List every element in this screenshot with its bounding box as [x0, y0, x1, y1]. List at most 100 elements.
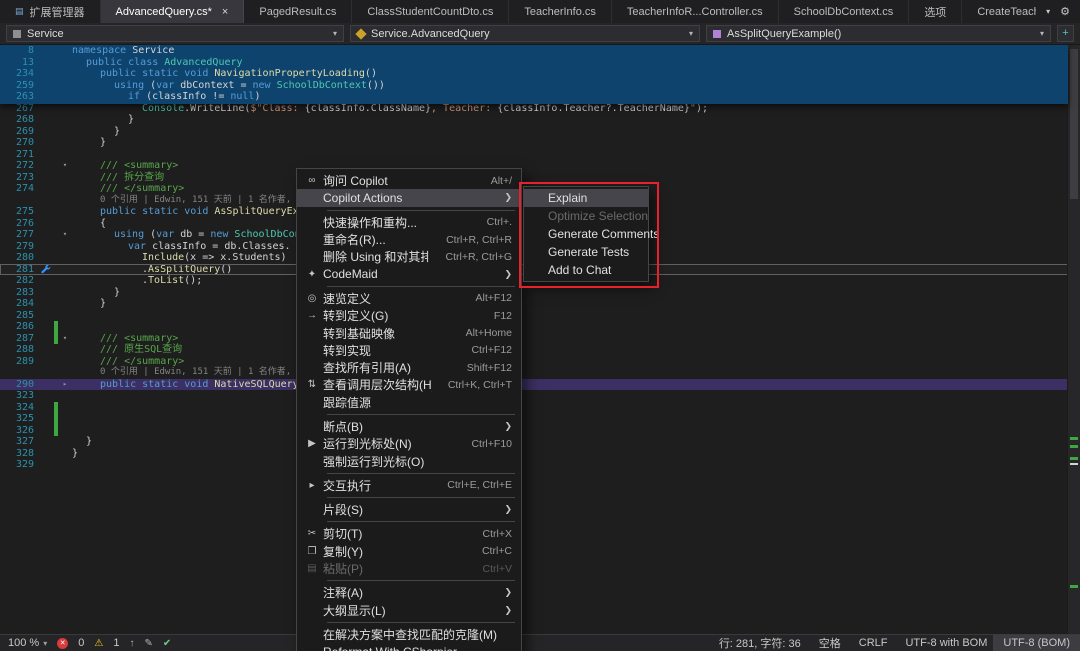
code-line[interactable]: 267Console.WriteLine($"Class: {classInfo…	[0, 103, 1068, 115]
menu-item-粘贴-P-[interactable]: ▤粘贴(P)Ctrl+V	[297, 560, 521, 577]
code-line[interactable]: 326	[0, 425, 1068, 437]
code-line[interactable]: 289/// </summary>	[0, 356, 1068, 368]
line-number[interactable]: 289	[0, 356, 38, 368]
line-number[interactable]: 282	[0, 275, 38, 287]
line-number[interactable]: 287	[0, 333, 38, 345]
menu-item-Copilot-Actions[interactable]: Copilot Actions❯	[297, 189, 521, 206]
line-number[interactable]: 8	[0, 45, 38, 57]
project-dropdown[interactable]: Service▾	[6, 25, 344, 42]
fold-closed-icon[interactable]: ▸	[58, 379, 72, 391]
menu-item-复制-Y-[interactable]: ❐复制(Y)Ctrl+C	[297, 543, 521, 560]
line-number[interactable]: 272	[0, 160, 38, 172]
submenu-item-Generate-Comments[interactable]: Generate Comments	[524, 225, 648, 243]
line-number[interactable]: 285	[0, 310, 38, 322]
menu-item-片段-S-[interactable]: 片段(S)❯	[297, 501, 521, 518]
code-line[interactable]: 273/// 拆分查询	[0, 172, 1068, 184]
menu-item-转到定义-G-[interactable]: →转到定义(G)F12	[297, 307, 521, 324]
submenu-item-Generate-Tests[interactable]: Generate Tests	[524, 243, 648, 261]
code-line[interactable]: 288/// 原生SQL查询	[0, 344, 1068, 356]
fold-open-icon[interactable]: ▾	[58, 160, 72, 172]
menu-item-快速操作和重构-[interactable]: 快速操作和重构...Ctrl+.	[297, 214, 521, 231]
line-number[interactable]: 259	[0, 80, 38, 92]
error-count[interactable]: 0	[78, 637, 84, 649]
quick-actions-icon[interactable]	[38, 264, 54, 276]
menu-item-查看调用层次结构-H-[interactable]: ⇅查看调用层次结构(H)Ctrl+K, Ctrl+T	[297, 376, 521, 393]
line-number[interactable]: 290	[0, 379, 38, 391]
line-number[interactable]: 286	[0, 321, 38, 333]
code-line[interactable]: 325	[0, 413, 1068, 425]
close-icon[interactable]: ×	[222, 6, 228, 18]
status-segment[interactable]: UTF-8 with BOM	[905, 637, 987, 649]
code-line[interactable]: 324	[0, 402, 1068, 414]
zoom-selector[interactable]: 100 % ▾	[8, 637, 47, 649]
tab-ClassStudentCountDto-cs[interactable]: ClassStudentCountDto.cs	[352, 0, 509, 23]
code-line[interactable]: 272▾/// <summary>	[0, 160, 1068, 172]
menu-item-注释-A-[interactable]: 注释(A)❯	[297, 584, 521, 601]
line-number[interactable]: 281	[0, 264, 38, 276]
warning-icon[interactable]: ⚠	[94, 638, 103, 649]
sticky-scroll[interactable]: 8namespace Service13public class Advance…	[0, 45, 1068, 104]
menu-item-断点-B-[interactable]: 断点(B)❯	[297, 418, 521, 435]
code-line[interactable]: 329	[0, 459, 1068, 471]
code-line[interactable]: 290▸public static void NativeSQLQuery()	[0, 379, 1068, 391]
menu-item-CodeMaid[interactable]: ✦CodeMaid❯	[297, 265, 521, 282]
pen-icon[interactable]: ✎	[144, 638, 152, 649]
codelens-row[interactable]: 0 个引用 | Edwin, 151 天前 | 1 名作者, 1 项更改	[0, 367, 1068, 379]
menu-item-询问-Copilot[interactable]: ∞询问 CopilotAlt+/	[297, 172, 521, 189]
tab-SchoolDbContext-cs[interactable]: SchoolDbContext.cs	[779, 0, 910, 23]
scrollbar-thumb[interactable]	[1070, 49, 1078, 199]
line-number[interactable]: 263	[0, 91, 38, 103]
gear-icon[interactable]: ⚙	[1060, 5, 1070, 18]
line-number[interactable]: 275	[0, 206, 38, 218]
line-number[interactable]: 269	[0, 126, 38, 138]
code-line[interactable]: 327}	[0, 436, 1068, 448]
tab-TeacherInfoR-Controller-cs[interactable]: TeacherInfoR...Controller.cs	[612, 0, 779, 23]
menu-item-大纲显示-L-[interactable]: 大纲显示(L)❯	[297, 602, 521, 619]
line-number[interactable]: 328	[0, 448, 38, 460]
menu-item-删除-Using-和对其排序-E-[interactable]: 删除 Using 和对其排序(E)Ctrl+R, Ctrl+G	[297, 248, 521, 265]
member-dropdown[interactable]: AsSplitQueryExample()▾	[706, 25, 1051, 42]
warning-count[interactable]: 1	[113, 637, 119, 649]
code-line[interactable]: 8namespace Service	[0, 45, 1068, 57]
code-line[interactable]: 287▾/// <summary>	[0, 333, 1068, 345]
menu-item-Reformat-With-CSharpier[interactable]: Reformat With CSharpier	[297, 643, 521, 651]
line-number[interactable]: 280	[0, 252, 38, 264]
chevron-down-icon[interactable]: ▾	[1046, 7, 1050, 16]
encoding-badge[interactable]: UTF-8 (BOM)	[993, 635, 1080, 651]
tab-AdvancedQuery-cs-[interactable]: AdvancedQuery.cs*×	[101, 0, 245, 23]
code-line[interactable]: 286	[0, 321, 1068, 333]
menu-item-速览定义[interactable]: ◎速览定义Alt+F12	[297, 290, 521, 307]
tab-扩展管理器[interactable]: ▤扩展管理器	[0, 0, 101, 23]
menu-item-运行到光标处-N-[interactable]: ▶运行到光标处(N)Ctrl+F10	[297, 435, 521, 452]
code-line[interactable]: 263if (classInfo != null)	[0, 91, 1068, 103]
line-number[interactable]: 271	[0, 149, 38, 161]
menu-item-转到实现[interactable]: 转到实现Ctrl+F12	[297, 342, 521, 359]
code-line[interactable]: 284}	[0, 298, 1068, 310]
line-number[interactable]: 329	[0, 459, 38, 471]
code-line[interactable]: 234public static void NavigationProperty…	[0, 68, 1068, 80]
fold-open-icon[interactable]: ▾	[58, 229, 72, 241]
line-number[interactable]: 288	[0, 344, 38, 356]
line-number[interactable]: 279	[0, 241, 38, 253]
code-line[interactable]: 323	[0, 390, 1068, 402]
code-line[interactable]: 328}	[0, 448, 1068, 460]
menu-item-跟踪值源[interactable]: 跟踪值源	[297, 394, 521, 411]
line-number[interactable]: 13	[0, 57, 38, 69]
line-number[interactable]: 324	[0, 402, 38, 414]
tab-选项[interactable]: 选项	[909, 0, 962, 23]
line-number[interactable]	[0, 367, 38, 379]
tab-TeacherInfo-cs[interactable]: TeacherInfo.cs	[509, 0, 612, 23]
line-number[interactable]: 276	[0, 218, 38, 230]
line-number[interactable]: 234	[0, 68, 38, 80]
code-line[interactable]: 269}	[0, 126, 1068, 138]
submenu-item-Optimize-Selection[interactable]: Optimize Selection	[524, 207, 648, 225]
menu-item-查找所有引用-A-[interactable]: 查找所有引用(A)Shift+F12	[297, 359, 521, 376]
code-line[interactable]: 13public class AdvancedQuery	[0, 57, 1068, 69]
split-editor-button[interactable]: +	[1057, 25, 1074, 42]
line-number[interactable]: 323	[0, 390, 38, 402]
code-line[interactable]: 270}	[0, 137, 1068, 149]
line-number[interactable]: 268	[0, 114, 38, 126]
error-icon[interactable]: ✕	[57, 638, 68, 649]
line-number[interactable]: 277	[0, 229, 38, 241]
up-arrow-icon[interactable]: ↑	[129, 638, 134, 649]
